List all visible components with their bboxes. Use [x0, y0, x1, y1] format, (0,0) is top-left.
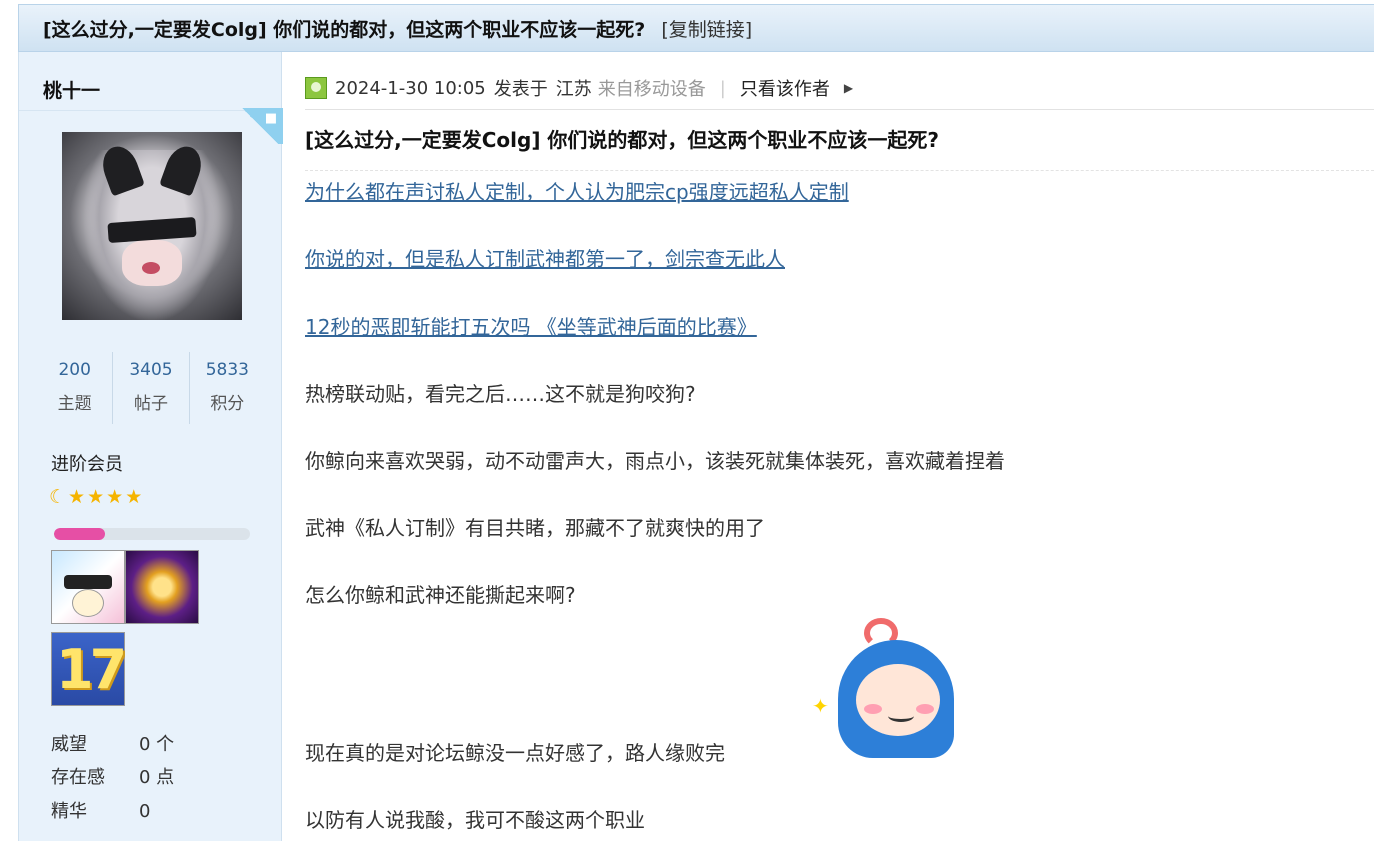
post-location: 江苏 [555, 79, 592, 100]
stat-value[interactable]: 3405 [113, 352, 188, 388]
page-margin [0, 0, 18, 841]
user-stats: 200 主题 3405 帖子 5833 积分 [37, 352, 265, 424]
username[interactable]: 桃十一 [43, 76, 100, 103]
star-icon: ★ [106, 486, 124, 508]
online-status-icon [305, 77, 327, 99]
info-key: 精华 [51, 801, 87, 822]
stat-posts[interactable]: 3405 帖子 [113, 352, 190, 424]
info-value: 0 [139, 801, 151, 822]
post-paragraph: 以防有人说我酸，我可不酸这两个职业 [305, 808, 645, 832]
post-title: [这么过分,一定要发Colg] 你们说的都对，但这两个职业不应该一起死? [305, 128, 940, 152]
posted-at-label: 发表于 [493, 79, 548, 100]
copy-link-button[interactable]: [复制链接] [661, 15, 752, 42]
stat-value[interactable]: 5833 [190, 352, 265, 388]
post-device: 来自移动设备 [597, 79, 706, 100]
medal-mvp[interactable] [125, 550, 199, 624]
stat-points[interactable]: 5833 积分 [190, 352, 265, 424]
post-paragraph: 武神《私人订制》有目共睹，那藏不了就爽快的用了 [305, 516, 765, 540]
thread-title: [这么过分,一定要发Colg] 你们说的都对，但这两个职业不应该一起死? [43, 18, 646, 41]
related-thread-link[interactable]: 为什么都在声讨私人定制，个人认为肥宗cp强度远超私人定制 [305, 180, 849, 204]
stat-label: 主题 [57, 394, 92, 414]
emoji-sticker: ✦ [808, 612, 960, 758]
avatar[interactable] [62, 132, 242, 320]
related-thread-link[interactable]: 12秒的恶即斩能打五次吗 《坐等武神后面的比赛》 [305, 315, 757, 339]
post-date: 2024-1-30 10:05 [335, 77, 486, 99]
medal-17[interactable]: 17 [51, 632, 127, 706]
level-progress-bar [54, 528, 250, 540]
star-icon: ★ [87, 486, 105, 508]
post-paragraph: 怎么你鲸和武神还能撕起来啊? [305, 583, 576, 607]
stat-label: 积分 [210, 394, 245, 414]
post-paragraph: 热榜联动贴，看完之后……这不就是狗咬狗? [305, 382, 696, 406]
info-value: 0 点 [139, 767, 175, 788]
user-rank[interactable]: 进阶会员 [51, 450, 123, 476]
post-paragraph: 你鲸向来喜欢哭弱，动不动雷声大，雨点小，该装死就集体装死，喜欢藏着捏着 [305, 449, 1005, 473]
post-meta: 2024-1-30 10:05 发表于 江苏 来自移动设备 | 只看该作者 ▶ [305, 74, 853, 102]
thread-title-bar: [这么过分,一定要发Colg] 你们说的都对，但这两个职业不应该一起死? [复制… [18, 4, 1374, 52]
only-author-link[interactable]: 只看该作者 [740, 75, 830, 101]
stat-value[interactable]: 200 [37, 352, 112, 388]
mobile-badge: ■ [237, 108, 283, 144]
info-value: 0 个 [139, 734, 175, 755]
info-presence: 存在感 0 点 [51, 763, 174, 789]
moon-icon: ☾ [49, 486, 67, 508]
star-icon: ★ [68, 486, 86, 508]
info-digest: 精华 0 [51, 797, 150, 823]
meta-divider: | [719, 77, 726, 99]
android-icon: ■ [264, 111, 278, 126]
related-thread-link[interactable]: 你说的对，但是私人订制武神都第一了，剑宗查无此人 [305, 247, 785, 271]
info-key: 存在感 [51, 767, 105, 788]
divider [305, 170, 1374, 171]
info-prestige: 威望 0 个 [51, 730, 174, 756]
divider [305, 109, 1374, 110]
stat-topics[interactable]: 200 主题 [37, 352, 114, 424]
level-progress-fill [54, 528, 105, 540]
star-icon: ★ [125, 486, 143, 508]
info-key: 威望 [51, 734, 87, 755]
stat-label: 帖子 [133, 394, 168, 414]
medal-number: 17 [56, 638, 127, 701]
medal-anniversary[interactable] [51, 550, 125, 624]
post-paragraph: 现在真的是对论坛鲸没一点好感了，路人缘败完 [305, 741, 725, 765]
triangle-right-icon: ▶ [843, 81, 854, 95]
rank-stars: ☾ ★ ★ ★ ★ [49, 486, 142, 508]
user-sidebar: 桃十一 ■ 200 主题 3405 帖子 5833 积分 进阶会员 ☾ ★ ★ … [18, 52, 283, 841]
